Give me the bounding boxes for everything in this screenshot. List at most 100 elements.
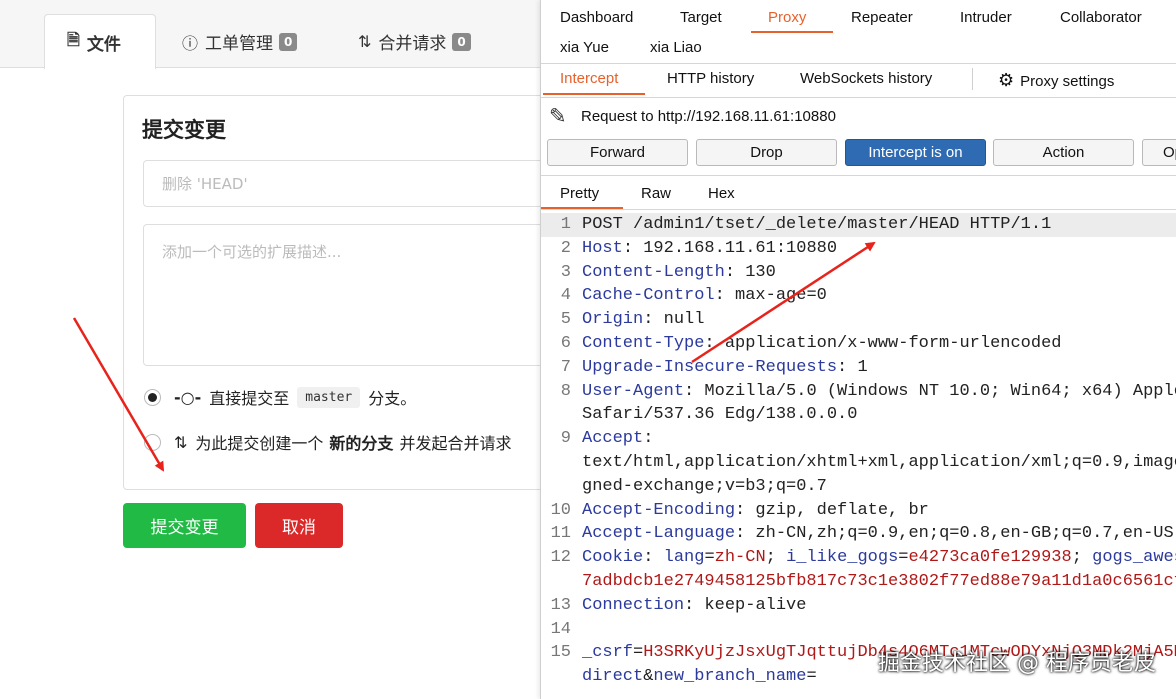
- request-line: 4 Cache-Control: max-age=0: [541, 284, 1176, 308]
- option-new-suffix: 并发起合并请求: [399, 434, 512, 453]
- line-number: 8: [560, 381, 571, 401]
- tab-raw[interactable]: Raw: [641, 185, 671, 202]
- option-new-prefix: 为此提交创建一个: [195, 434, 324, 453]
- proxy-settings-label: Proxy settings: [1020, 73, 1115, 90]
- tab-issues-label: 工单管理: [205, 34, 274, 54]
- tab-files[interactable]: 🗎 文件: [44, 14, 156, 69]
- request-line: 10 Accept-Encoding: gzip, deflate, br: [541, 499, 1176, 523]
- header-value: : 192.168.11.61:10880: [622, 238, 838, 258]
- line-number: 3: [560, 262, 571, 282]
- header-value: =: [898, 548, 909, 568]
- request-line: gned-exchange;v=b3;q=0.7: [541, 475, 1176, 499]
- subtab-separator: [972, 68, 973, 90]
- request-line: 6 Content-Type: application/x-www-form-ur…: [541, 332, 1176, 356]
- tab-dashboard[interactable]: Dashboard: [560, 9, 633, 26]
- option-direct-commit[interactable]: -○- 直接提交至 master 分支。: [144, 385, 416, 409]
- pencil-icon[interactable]: ✎: [549, 104, 567, 128]
- header-name: Origin: [582, 310, 644, 330]
- request-line-text: Content-Type: application/x-www-form-url…: [582, 332, 1061, 356]
- line-number: 6: [560, 334, 571, 353]
- tab-hex[interactable]: Hex: [708, 185, 735, 202]
- header-value: :: [643, 548, 664, 568]
- header-value: =: [806, 667, 817, 687]
- radio-new-branch[interactable]: [144, 433, 161, 451]
- request-line: 9 Accept:: [541, 427, 1176, 451]
- request-line: 5 Origin: null: [541, 308, 1176, 332]
- tab-issues[interactable]: ⓘ 工单管理 0: [182, 14, 298, 69]
- intercept-tab-underline: [543, 93, 645, 95]
- request-line-text: Content-Length: 130: [582, 261, 776, 285]
- tab-pretty[interactable]: Pretty: [560, 185, 599, 202]
- repo-tab-bar: 🗎 文件 ⓘ 工单管理 0 ⇅ 合并请求 0: [0, 0, 545, 69]
- branch-name-chip: master: [297, 386, 361, 408]
- tab-xia-liao[interactable]: xia Liao: [650, 39, 702, 56]
- request-line: 8 User-Agent: Mozilla/5.0 (Windows NT 10.…: [541, 380, 1176, 404]
- issues-count-badge: 0: [279, 32, 298, 51]
- intercept-toggle-button[interactable]: Intercept is on: [845, 139, 986, 166]
- commit-summary-input[interactable]: 删除 'HEAD': [143, 160, 553, 207]
- header-name: _csrf: [582, 643, 634, 663]
- radio-direct-selected[interactable]: [144, 388, 161, 406]
- header-value: :: [643, 429, 654, 449]
- header-value: ;: [1071, 548, 1093, 568]
- header-value: ;: [765, 548, 787, 568]
- gogs-commit-page: 🗎 文件 ⓘ 工单管理 0 ⇅ 合并请求 0 提交变更 删除 'HEAD' 添加…: [0, 0, 553, 699]
- request-line-text: Host: 192.168.11.61:10880: [582, 237, 837, 261]
- commit-description-input[interactable]: 添加一个可选的扩展描述...: [143, 224, 553, 366]
- request-line-text: Accept:: [582, 427, 653, 451]
- tab-proxy[interactable]: Proxy: [768, 9, 806, 26]
- cancel-button[interactable]: 取消: [255, 503, 343, 548]
- action-button[interactable]: Action: [993, 139, 1134, 166]
- option-direct-prefix: 直接提交至: [209, 389, 290, 408]
- header-value: &: [643, 667, 654, 687]
- request-line-text: Upgrade-Insecure-Requests: 1: [582, 356, 868, 380]
- tab-intercept[interactable]: Intercept: [560, 70, 618, 87]
- option-new-branch[interactable]: ⇅ 为此提交创建一个 新的分支 并发起合并请求: [144, 430, 511, 454]
- request-line-text: direct&new_branch_name=: [582, 665, 817, 689]
- tab-target[interactable]: Target: [680, 9, 722, 26]
- header-name: lang: [663, 548, 705, 568]
- line-number: 7: [560, 357, 571, 377]
- header-name: Content-Type: [582, 334, 705, 353]
- header-value: text/html,application/xhtml+xml,applicat…: [582, 453, 1176, 472]
- drop-button[interactable]: Drop: [696, 139, 837, 166]
- tab-xia-yue[interactable]: xia Yue: [560, 39, 609, 56]
- request-line-text: Accept-Encoding: gzip, deflate, br: [582, 499, 929, 523]
- commit-icon: -○-: [174, 387, 202, 407]
- tab-repeater[interactable]: Repeater: [851, 9, 913, 26]
- pull-request-icon: ⇅: [358, 32, 372, 51]
- tab-collaborator[interactable]: Collaborator: [1060, 9, 1142, 26]
- header-name: gogs_aweso: [1092, 548, 1176, 568]
- request-line: 1 POST /admin1/tset/_delete/master/HEAD H…: [541, 213, 1176, 237]
- request-line: 13 Connection: keep-alive: [541, 594, 1176, 618]
- tab-pull-requests[interactable]: ⇅ 合并请求 0: [358, 14, 471, 69]
- tab-websockets-history[interactable]: WebSockets history: [800, 70, 932, 87]
- proxy-tab-underline: [751, 31, 833, 33]
- request-editor[interactable]: 1 POST /admin1/tset/_delete/master/HEAD H…: [541, 211, 1176, 699]
- forward-button[interactable]: Forward: [547, 139, 688, 166]
- tab-intruder[interactable]: Intruder: [960, 9, 1012, 26]
- header-value: : 130: [724, 262, 776, 282]
- request-line-text: text/html,application/xhtml+xml,applicat…: [582, 451, 1176, 475]
- line-number: 1: [560, 215, 571, 234]
- line-number: 2: [560, 238, 571, 258]
- open-browser-button[interactable]: Op: [1142, 139, 1176, 166]
- request-line-text: Cookie: lang=zh-CN; i_like_gogs=e4273ca0…: [582, 546, 1176, 570]
- line-number: 11: [550, 524, 571, 544]
- tab-files-label: 文件: [86, 34, 121, 55]
- proxy-settings-link[interactable]: ⚙ Proxy settings: [998, 70, 1114, 91]
- tab-http-history[interactable]: HTTP history: [667, 70, 754, 87]
- header-name: Accept-Encoding: [582, 500, 736, 520]
- header-name: Accept-Language: [582, 524, 736, 544]
- top-tabs-divider: [541, 63, 1176, 64]
- line-number: 4: [560, 286, 571, 306]
- gear-icon: ⚙: [998, 70, 1015, 90]
- option-new-bold: 新的分支: [329, 434, 394, 453]
- cookie-value: zh-CN: [714, 548, 766, 568]
- request-line-text: Cache-Control: max-age=0: [582, 284, 827, 308]
- request-line-text: User-Agent: Mozilla/5.0 (Windows NT 10.0…: [582, 380, 1176, 404]
- commit-changes-button[interactable]: 提交变更: [123, 503, 246, 548]
- burp-proxy-window: Dashboard Target Proxy Repeater Intruder…: [540, 0, 1176, 699]
- header-value: : null: [643, 310, 705, 330]
- request-line-text: Origin: null: [582, 308, 704, 332]
